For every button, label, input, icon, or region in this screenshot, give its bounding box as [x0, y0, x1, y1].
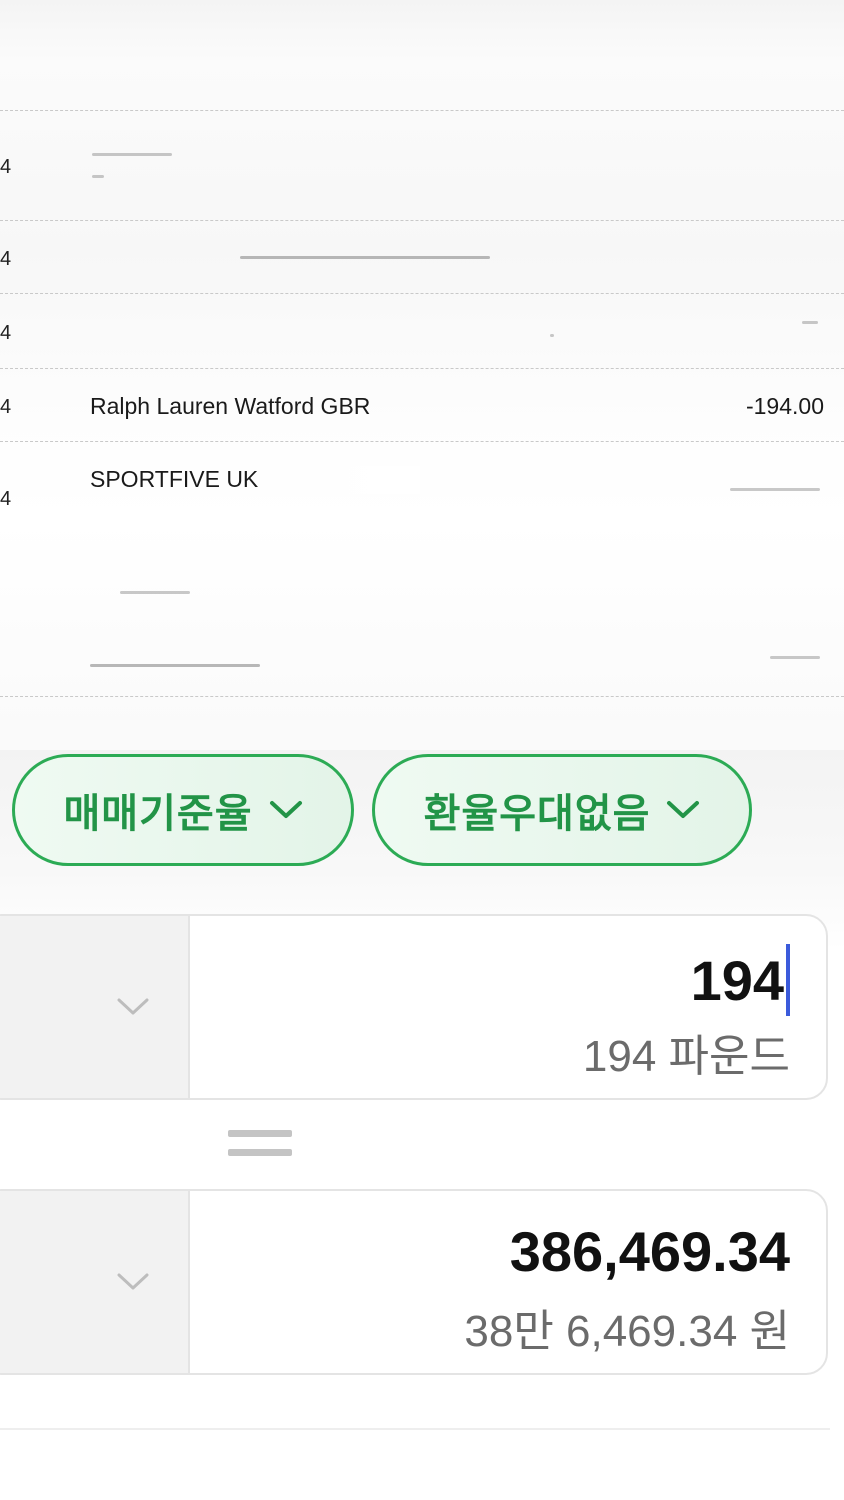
obscured-text	[730, 488, 820, 491]
transaction-merchant: Ralph Lauren Watford GBR	[90, 393, 371, 419]
obscured-text	[92, 153, 172, 156]
obscured-text	[550, 334, 554, 337]
obscured-text	[802, 321, 818, 324]
divider	[0, 1428, 830, 1430]
divider	[0, 220, 844, 221]
chevron-down-icon	[269, 801, 302, 818]
discount-dropdown[interactable]: 환율우대없음	[372, 754, 752, 866]
to-amount-value: 386,469.34	[509, 1220, 790, 1283]
divider	[0, 696, 844, 697]
chevron-down-icon	[117, 998, 149, 1015]
chevron-down-icon	[667, 801, 700, 818]
to-amount-box: 386,469.34 38만 6,469.34 원	[0, 1189, 828, 1375]
from-amount-readout: 194 파운드	[582, 1032, 790, 1081]
row-date: 4	[0, 156, 12, 178]
card-statement-photo: 4 4 4 4 Ralph Lauren Watford GBR -194.00…	[0, 0, 844, 750]
divider	[0, 441, 844, 442]
text-cursor	[786, 944, 790, 1016]
transaction-amount: -194.00	[745, 393, 824, 419]
chevron-down-icon	[117, 1273, 149, 1290]
equals-icon	[228, 1130, 292, 1160]
obscured-text	[770, 656, 820, 659]
discount-label: 환율우대없음	[423, 792, 651, 836]
obscured-text	[90, 664, 260, 667]
to-currency-selector[interactable]	[0, 1191, 190, 1373]
from-amount-input[interactable]: 194	[691, 944, 790, 1016]
obscured-text	[240, 256, 490, 259]
obscured-text	[92, 175, 104, 178]
obscured-text	[120, 591, 190, 594]
row-date: 4	[0, 488, 12, 510]
divider	[0, 110, 844, 111]
divider	[0, 368, 844, 369]
from-amount-value: 194	[690, 948, 784, 1012]
row-date: 4	[0, 396, 12, 418]
row-date: 4	[0, 322, 12, 344]
transaction-merchant: SPORTFIVE UK	[90, 466, 259, 492]
row-date: 4	[0, 248, 12, 270]
rate-type-label: 매매기준율	[63, 792, 253, 836]
currency-converter: 매매기준율 환율우대없음 194 194 파운드 386,469.34 38만 …	[0, 750, 844, 1500]
from-amount-box: 194 194 파운드	[0, 914, 828, 1100]
to-amount-readout: 38만 6,469.34 원	[464, 1307, 790, 1356]
divider	[0, 293, 844, 294]
rate-type-dropdown[interactable]: 매매기준율	[12, 754, 354, 866]
from-currency-selector[interactable]	[0, 916, 190, 1098]
transaction-merchant-partial: SPORTFIVE UK	[90, 466, 420, 494]
